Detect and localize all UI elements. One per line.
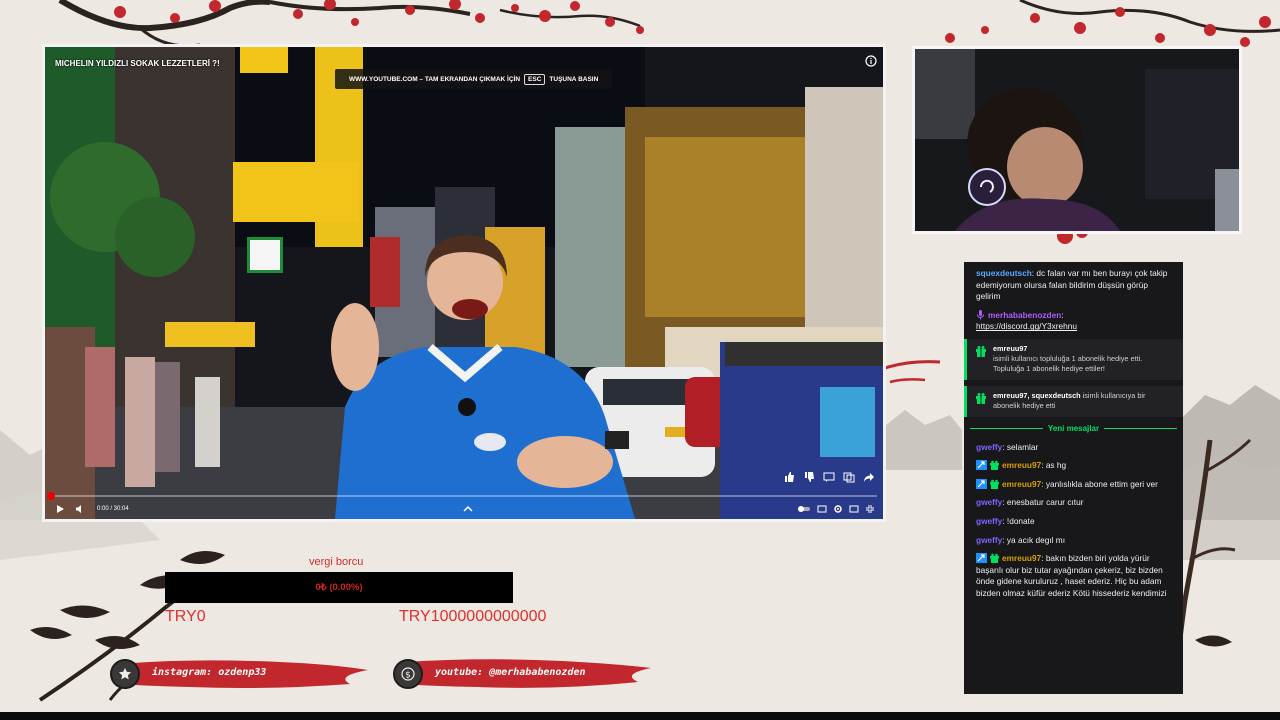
goal-title: vergi borcu	[309, 556, 364, 568]
verified-badge-icon	[976, 553, 987, 564]
info-icon[interactable]	[865, 55, 877, 67]
gift-badge-icon	[990, 460, 999, 471]
comment-icon[interactable]	[823, 471, 835, 483]
remix-icon[interactable]	[843, 471, 855, 483]
chat-text: !donate	[1004, 515, 1035, 526]
chat-username[interactable]: emreuu97	[1002, 479, 1041, 489]
video-title: MICHELIN YILDIZLI SOKAK LEZZETLERİ ?!	[55, 59, 220, 68]
chat-message: emreuu97: yanlıslıkla abone ettim geri v…	[964, 478, 1183, 492]
gift-icon	[976, 345, 986, 357]
gift-line: Topluluğa 1 abonelik hediye ettiler!	[993, 363, 1105, 373]
goal-progress-bar: 0₺ (0.00%)	[165, 572, 513, 603]
chat-username[interactable]: gweffy	[976, 535, 1002, 545]
chat-message: emreuu97: as hg	[964, 459, 1183, 473]
miniplayer-icon[interactable]	[849, 504, 859, 514]
chat-separator: :	[1061, 309, 1064, 320]
svg-text:$: $	[405, 671, 411, 681]
esc-key-label: ESC	[524, 73, 546, 85]
volume-icon[interactable]	[73, 502, 87, 516]
chat-message: emreuu97: bakın bizden biri yolda yürür …	[976, 553, 1167, 598]
chat-username[interactable]: gweffy	[976, 516, 1002, 526]
goal-min-amount: TRY0	[165, 608, 206, 625]
gift-line: isimli kullanıcı topluluğa 1 abonelik he…	[993, 353, 1143, 363]
webcam-feed	[912, 46, 1242, 234]
fullscreen-notice-text: WWW.YOUTUBE.COM – TAM EKRANDAN ÇIKMAK İÇ…	[349, 75, 521, 83]
gift-subscription-event: emreuu97, squexdeutsch isimli kullanıcıy…	[964, 385, 1183, 417]
gift-badge-icon	[990, 479, 999, 489]
verified-badge-icon	[976, 460, 987, 471]
chat-text: as hg	[1043, 460, 1067, 471]
instagram-banner: instagram: ozdenp33	[110, 656, 370, 692]
new-messages-divider: Yeni mesajlar	[964, 423, 1183, 435]
share-icon[interactable]	[863, 471, 875, 483]
mic-icon	[977, 309, 984, 320]
gift-badge-icon	[990, 553, 999, 564]
gift-usernames[interactable]: emreuu97, squexdeutsch	[993, 391, 1081, 400]
youtube-banner: $ youtube: @merhababenozden	[393, 656, 653, 692]
video-side-actions	[783, 471, 875, 483]
goal-max-amount: TRY1000000000000	[399, 608, 547, 625]
gift-event-text: emreuu97 isimli kullanıcı topluluğa 1 ab…	[993, 344, 1142, 374]
chat-text: yanlıslıkla abone ettim geri ver	[1043, 478, 1158, 489]
chat-username[interactable]: emreuu97	[1002, 553, 1041, 563]
player-controls: 0:00 / 30:04	[45, 499, 883, 519]
chat-message: gweffy: selamlar	[976, 441, 1039, 452]
chat-username[interactable]: gweffy	[976, 497, 1002, 507]
gift-username[interactable]: emreuu97	[993, 344, 1142, 354]
discord-link[interactable]: https://discord.gg/Y3xrehnu	[976, 321, 1077, 331]
chat-username[interactable]: gweffy	[976, 442, 1002, 452]
gift-event-text: emreuu97, squexdeutsch isimli kullanıcıy…	[993, 391, 1174, 411]
chat-text: ya acık degıl mı	[1004, 534, 1066, 545]
chat-message: gweffy: enesbatur carur cıtur	[976, 497, 1084, 508]
chat-text: enesbatur carur cıtur	[1004, 497, 1084, 508]
new-messages-label: Yeni mesajlar	[1047, 423, 1100, 433]
gift-subscription-event: emreuu97 isimli kullanıcı topluluğa 1 ab…	[964, 338, 1183, 380]
chat-message: squexdeutsch: dc falan var mı ben burayı…	[964, 267, 1183, 304]
verified-badge-icon	[976, 478, 987, 489]
fullscreen-notice-text-end: TUŞUNA BASIN	[549, 75, 599, 83]
chat-message: gweffy: ya acık degıl mı	[976, 534, 1066, 545]
divider-line	[1104, 428, 1177, 430]
dislike-icon[interactable]	[803, 471, 815, 483]
star-icon	[110, 659, 140, 689]
video-time: 0:00 / 30:04	[97, 506, 129, 512]
chat-text: selamlar	[1004, 441, 1039, 452]
goal-percent: 0₺ (0.00%)	[315, 582, 363, 593]
autoplay-toggle-icon[interactable]	[797, 504, 811, 514]
video-player[interactable]: MICHELIN YILDIZLI SOKAK LEZZETLERİ ?! WW…	[42, 44, 886, 522]
subtitles-icon[interactable]	[817, 504, 827, 514]
youtube-handle: youtube: @merhababenozden	[435, 667, 586, 678]
player-right-controls	[797, 504, 875, 514]
like-icon[interactable]	[783, 471, 795, 483]
dollar-icon: $	[393, 659, 423, 689]
bottom-black-bar	[0, 712, 1280, 720]
video-progress-track[interactable]	[51, 495, 877, 497]
exit-fullscreen-icon[interactable]	[865, 504, 875, 514]
instagram-handle: instagram: ozdenp33	[152, 667, 267, 678]
chat-message: merhababenozden: https://discord.gg/Y3xr…	[964, 309, 1183, 334]
divider-line	[970, 428, 1043, 430]
chat-username[interactable]: merhababenozden	[988, 310, 1061, 320]
settings-gear-icon[interactable]	[833, 504, 843, 514]
webcam-image	[915, 49, 1239, 231]
fullscreen-exit-notice: WWW.YOUTUBE.COM – TAM EKRANDAN ÇIKMAK İÇ…	[335, 69, 613, 89]
play-icon[interactable]	[53, 502, 67, 516]
chat-panel: squexdeutsch: dc falan var mı ben burayı…	[964, 262, 1183, 694]
chat-message: gweffy: !donate	[976, 515, 1035, 526]
gift-icon	[976, 392, 986, 404]
chat-username[interactable]: emreuu97	[1002, 460, 1041, 470]
video-frame-street-scene	[45, 47, 883, 519]
chat-username[interactable]: squexdeutsch	[976, 268, 1032, 278]
